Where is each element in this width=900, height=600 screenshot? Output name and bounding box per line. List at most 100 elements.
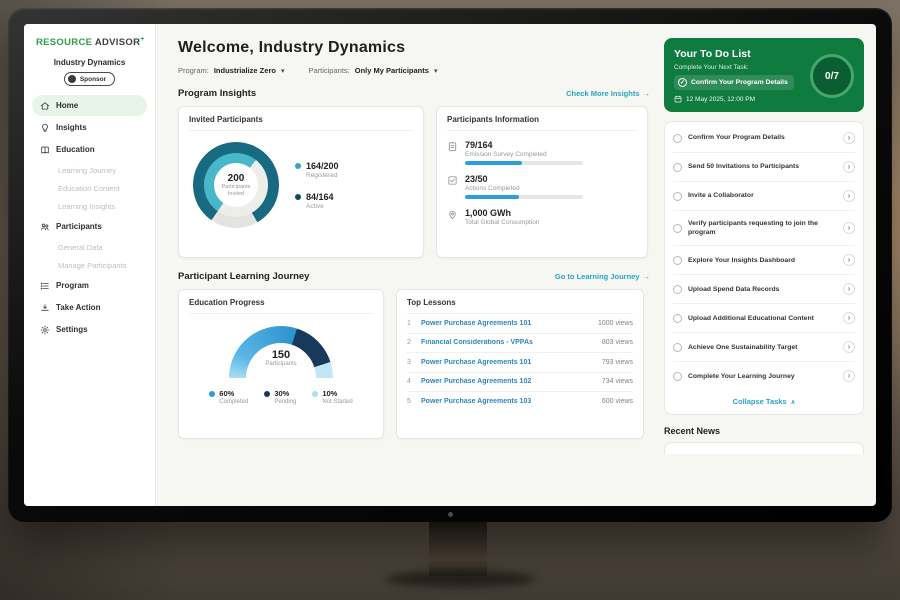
participants-filter-value: Only My Participants [355, 66, 429, 75]
sidebar-item-participants[interactable]: Participants [32, 216, 147, 237]
task-checkbox[interactable] [673, 134, 682, 143]
monitor: RESOURCE ADVISOR+ Industry Dynamics Spon… [8, 8, 892, 522]
lesson-link[interactable]: Power Purchase Agreements 103 [421, 398, 595, 405]
sidebar-item-label: Learning Journey [58, 166, 116, 175]
sidebar-item-learning-insights[interactable]: Learning Insights [32, 197, 147, 215]
todo-column: Your To Do List Complete Your Next Task:… [664, 24, 876, 506]
learning-cards-row: Education Progress 150 Participants [178, 289, 650, 439]
donut-center-value: 200 [228, 173, 245, 184]
legend-item-active: 84/164 Active [295, 192, 339, 210]
legend-item-completed: 60% Completed [209, 389, 248, 405]
task-checkbox[interactable] [673, 163, 682, 172]
task-checkbox[interactable] [673, 256, 682, 265]
task-checkbox[interactable] [673, 343, 682, 352]
chevron-right-icon[interactable]: › [843, 132, 855, 144]
invited-legend: 164/200 Registered 84/164 Active [295, 161, 339, 210]
chevron-right-icon[interactable]: › [843, 283, 855, 295]
program-filter[interactable]: Program: Industrialize Zero ▾ [178, 66, 284, 75]
sidebar-item-label: Program [56, 281, 89, 290]
task-checkbox[interactable] [673, 314, 682, 323]
task-checkbox[interactable] [673, 285, 682, 294]
sidebar-item-insights[interactable]: Insights [32, 117, 147, 138]
sidebar-item-label: Learning Insights [58, 202, 115, 211]
task-item[interactable]: Upload Additional Educational Content › [673, 304, 855, 333]
top-lessons-card: Top Lessons 1 Power Purchase Agreements … [396, 289, 644, 439]
filters-row: Program: Industrialize Zero ▾ Participan… [178, 66, 650, 75]
participants-filter[interactable]: Participants: Only My Participants ▾ [308, 66, 437, 75]
education-gauge-chart: 150 Participants [229, 326, 333, 378]
lesson-link[interactable]: Power Purchase Agreements 101 [421, 320, 591, 327]
collapse-caret-icon: ∧ [791, 398, 796, 406]
task-checkbox[interactable] [673, 224, 682, 233]
sidebar-item-education-content[interactable]: Education Content [32, 179, 147, 197]
checklist-icon [447, 175, 458, 186]
task-item[interactable]: Send 50 Invitations to Participants › [673, 153, 855, 182]
chevron-right-icon[interactable]: › [843, 370, 855, 382]
sidebar-item-label: Home [56, 101, 78, 110]
task-item[interactable]: Explore Your Insights Dashboard › [673, 246, 855, 275]
lesson-link[interactable]: Financial Considerations - VPPAs [421, 339, 595, 346]
collapse-tasks-link[interactable]: Collapse Tasks ∧ [673, 390, 855, 412]
chevron-right-icon[interactable]: › [843, 190, 855, 202]
chevron-right-icon[interactable]: › [843, 341, 855, 353]
task-item[interactable]: Upload Spend Data Records › [673, 275, 855, 304]
check-more-insights-link[interactable]: Check More Insights → [566, 89, 650, 98]
registered-dot-icon [295, 163, 301, 169]
task-item[interactable]: Achieve One Sustainability Target › [673, 333, 855, 362]
lesson-row: 2 Financial Considerations - VPPAs 803 v… [407, 334, 633, 354]
participants-information-card: Participants Information 79/164 Emission… [436, 106, 648, 258]
task-item[interactable]: Complete Your Learning Journey › [673, 362, 855, 390]
lesson-link[interactable]: Power Purchase Agreements 101 [421, 359, 595, 366]
sidebar-item-label: Settings [56, 325, 88, 334]
task-checkbox[interactable] [673, 372, 682, 381]
sidebar-item-program[interactable]: Program [32, 275, 147, 296]
home-icon [40, 101, 50, 111]
logo-plus: + [140, 36, 144, 43]
go-to-learning-journey-link[interactable]: Go to Learning Journey → [555, 272, 650, 281]
sidebar-item-label: Education Content [58, 184, 120, 193]
sponsor-icon [68, 75, 76, 83]
calendar-icon [674, 95, 682, 103]
sidebar-item-manage-participants[interactable]: Manage Participants [32, 256, 147, 274]
sidebar-item-label: Insights [56, 123, 87, 132]
gauge-center-value: 150 [229, 349, 333, 361]
sidebar-item-take-action[interactable]: Take Action [32, 297, 147, 318]
legend-item-registered: 164/200 Registered [295, 161, 339, 179]
chevron-right-icon[interactable]: › [843, 161, 855, 173]
location-pin-icon [447, 209, 458, 220]
list-icon [40, 281, 50, 291]
lesson-row: 5 Power Purchase Agreements 103 600 view… [407, 392, 633, 412]
chevron-right-icon[interactable]: › [843, 254, 855, 266]
legend-item-not-started: 10% Not Started [312, 389, 352, 405]
chevron-right-icon[interactable]: › [843, 312, 855, 324]
next-task-pill[interactable]: ✓ Confirm Your Program Details [674, 75, 794, 90]
lesson-link[interactable]: Power Purchase Agreements 102 [421, 378, 595, 385]
lightbulb-icon [40, 123, 50, 133]
completed-dot-icon [209, 391, 215, 397]
task-item[interactable]: Confirm Your Program Details › [673, 124, 855, 153]
chevron-down-icon: ▾ [281, 67, 285, 75]
task-item[interactable]: Invite a Collaborator › [673, 182, 855, 211]
task-checkbox[interactable] [673, 192, 682, 201]
main-content: Welcome, Industry Dynamics Program: Indu… [156, 24, 664, 506]
sidebar-item-label: Participants [56, 222, 102, 231]
education-progress-card: Education Progress 150 Participants [178, 289, 384, 439]
sidebar-item-education[interactable]: Education [32, 139, 147, 160]
sidebar-item-learning-journey[interactable]: Learning Journey [32, 161, 147, 179]
participants-filter-label: Participants: [308, 66, 349, 75]
invited-participants-card-title: Invited Participants [189, 115, 413, 131]
sidebar-item-general-data[interactable]: General Data [32, 238, 147, 256]
todo-progress-ring: 0/7 [810, 54, 854, 98]
top-lessons-card-title: Top Lessons [407, 298, 633, 314]
people-icon [40, 222, 50, 232]
sidebar-item-home[interactable]: Home [32, 95, 147, 116]
sidebar-item-settings[interactable]: Settings [32, 319, 147, 340]
recent-news-title: Recent News [664, 426, 864, 436]
sidebar-item-label: Education [56, 145, 95, 154]
sponsor-badge[interactable]: Sponsor [64, 72, 115, 86]
learning-journey-header: Participant Learning Journey Go to Learn… [178, 271, 650, 282]
program-filter-label: Program: [178, 66, 209, 75]
task-item[interactable]: Verify participants requesting to join t… [673, 211, 855, 246]
task-list: Confirm Your Program Details › Send 50 I… [664, 121, 864, 415]
chevron-right-icon[interactable]: › [843, 222, 855, 234]
